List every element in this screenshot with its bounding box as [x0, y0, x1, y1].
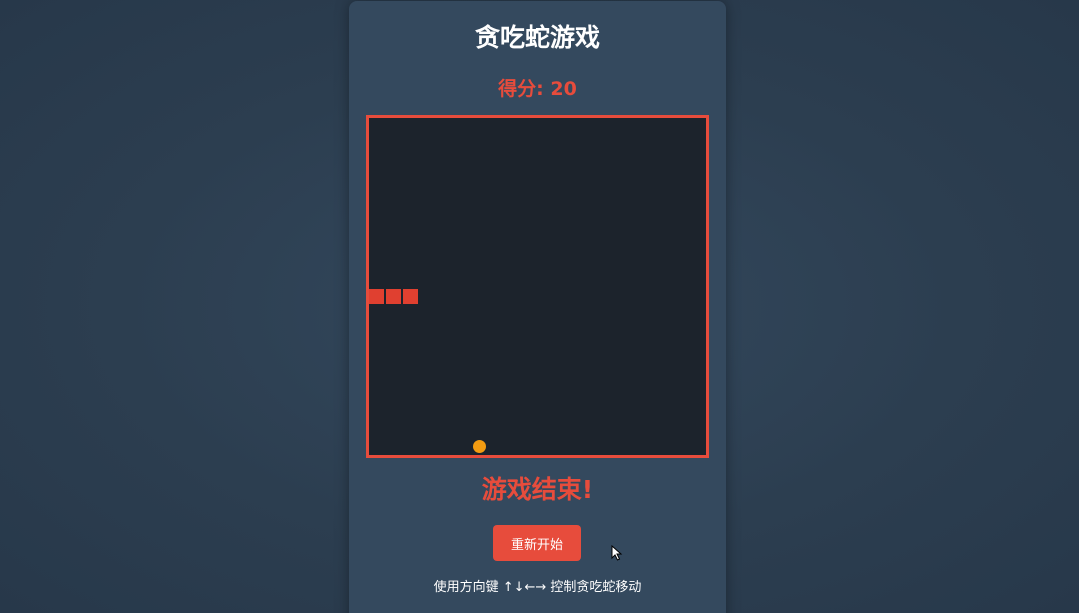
score-display: 得分: 20	[498, 78, 577, 100]
game-over-message: 游戏结束!	[481, 475, 594, 504]
food-item	[473, 440, 486, 453]
restart-button[interactable]: 重新开始	[493, 525, 581, 561]
snake-head	[403, 289, 418, 304]
snake-segment	[369, 289, 384, 304]
snake-segment	[386, 289, 401, 304]
page: 贪吃蛇游戏 得分: 20 游戏结束! 重新开始 使用方向键 ↑↓←→ 控制贪吃蛇…	[0, 0, 1079, 613]
mouse-pointer-icon	[611, 545, 623, 561]
game-title: 贪吃蛇游戏	[474, 23, 600, 52]
controls-hint: 使用方向键 ↑↓←→ 控制贪吃蛇移动	[433, 580, 642, 595]
game-board[interactable]	[366, 115, 709, 458]
